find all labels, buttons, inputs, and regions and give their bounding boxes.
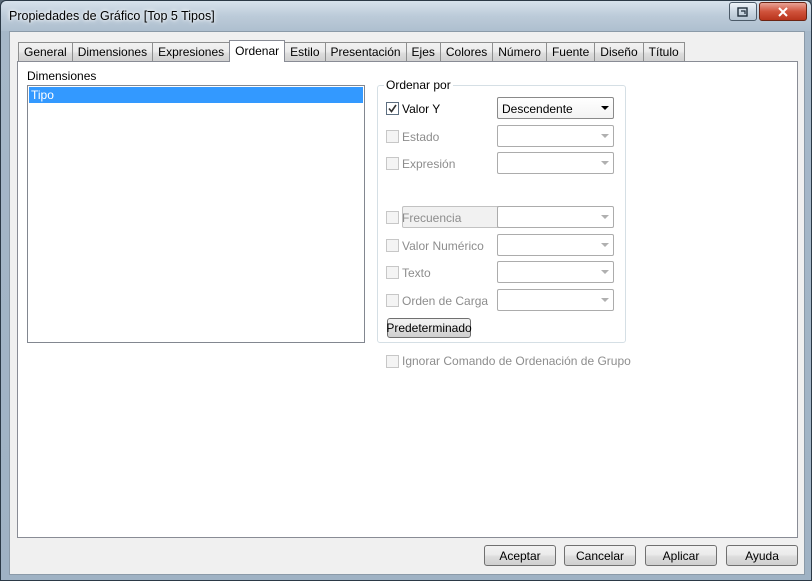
checkmark-icon <box>388 104 397 113</box>
restore-icon <box>737 6 748 17</box>
tab-fuente[interactable]: Fuente <box>545 42 596 62</box>
list-item[interactable]: Tipo <box>29 87 363 103</box>
chevron-down-icon <box>601 161 609 165</box>
default-button[interactable]: Predeterminado <box>386 318 472 338</box>
tab-strip: General Dimensiones Expresiones Ordenar … <box>18 40 685 62</box>
window-title: Propiedades de Gráfico [Top 5 Tipos] <box>9 9 215 23</box>
tab-titulo[interactable]: Título <box>642 42 685 62</box>
valor-numerico-order-select[interactable] <box>497 234 614 256</box>
ignore-group-sort-label: Ignorar Comando de Ordenación de Grupo <box>402 354 631 368</box>
tab-estilo[interactable]: Estilo <box>284 42 326 62</box>
dimensions-list[interactable]: Tipo <box>27 85 365 343</box>
tab-colores[interactable]: Colores <box>439 42 494 62</box>
valor-y-order-value: Descendente <box>502 102 573 116</box>
chevron-down-icon <box>601 270 609 274</box>
ignore-group-sort-checkbox[interactable] <box>386 355 399 368</box>
dialog-window: Propiedades de Gráfico [Top 5 Tipos] Gen… <box>0 0 812 581</box>
ordenar-panel: Dimensiones Tipo Ordenar por Valor Y Des… <box>17 61 798 538</box>
sort-by-title: Ordenar por <box>384 78 453 92</box>
title-bar[interactable]: Propiedades de Gráfico [Top 5 Tipos] <box>1 1 811 31</box>
help-button[interactable]: Ayuda <box>726 545 798 566</box>
orden-carga-order-select[interactable] <box>497 289 614 311</box>
chevron-down-icon <box>601 215 609 219</box>
estado-label: Estado <box>402 130 440 144</box>
tab-presentacion[interactable]: Presentación <box>324 42 407 62</box>
tab-diseno[interactable]: Diseño <box>594 42 644 62</box>
valor-y-order-select[interactable]: Descendente <box>497 97 614 119</box>
close-icon <box>778 6 788 17</box>
frecuencia-order-select[interactable] <box>497 206 614 228</box>
valor-y-label: Valor Y <box>402 102 441 116</box>
valor-numerico-label: Valor Numérico <box>402 239 484 253</box>
tab-general[interactable]: General <box>18 42 73 62</box>
valor-y-checkbox[interactable] <box>386 102 399 115</box>
valor-numerico-checkbox[interactable] <box>386 239 399 252</box>
tab-expresiones[interactable]: Expresiones <box>152 42 231 62</box>
expresion-order-select[interactable] <box>497 152 614 174</box>
estado-checkbox[interactable] <box>386 130 399 143</box>
texto-label: Texto <box>402 266 431 280</box>
dialog-client: General Dimensiones Expresiones Ordenar … <box>9 31 805 575</box>
tab-numero[interactable]: Número <box>492 42 547 62</box>
dimensions-label: Dimensiones <box>27 69 97 83</box>
expresion-label: Expresión <box>402 157 456 171</box>
tab-ordenar[interactable]: Ordenar <box>229 40 286 62</box>
cancel-button[interactable]: Cancelar <box>564 545 636 566</box>
tab-ejes[interactable]: Ejes <box>405 42 441 62</box>
orden-carga-checkbox[interactable] <box>386 294 399 307</box>
texto-order-select[interactable] <box>497 261 614 283</box>
tab-dimensiones[interactable]: Dimensiones <box>71 42 154 62</box>
expresion-checkbox[interactable] <box>386 157 399 170</box>
apply-button[interactable]: Aplicar <box>645 545 717 566</box>
chevron-down-icon <box>601 134 609 138</box>
accept-button[interactable]: Aceptar <box>484 545 556 566</box>
frecuencia-label: Frecuencia <box>402 211 462 225</box>
chevron-down-icon <box>601 106 609 110</box>
frecuencia-checkbox[interactable] <box>386 211 399 224</box>
chevron-down-icon <box>601 298 609 302</box>
chevron-down-icon <box>601 243 609 247</box>
close-button[interactable] <box>759 2 807 21</box>
estado-order-select[interactable] <box>497 125 614 147</box>
orden-carga-label: Orden de Carga <box>402 294 489 308</box>
restore-button[interactable] <box>729 2 757 21</box>
texto-checkbox[interactable] <box>386 266 399 279</box>
